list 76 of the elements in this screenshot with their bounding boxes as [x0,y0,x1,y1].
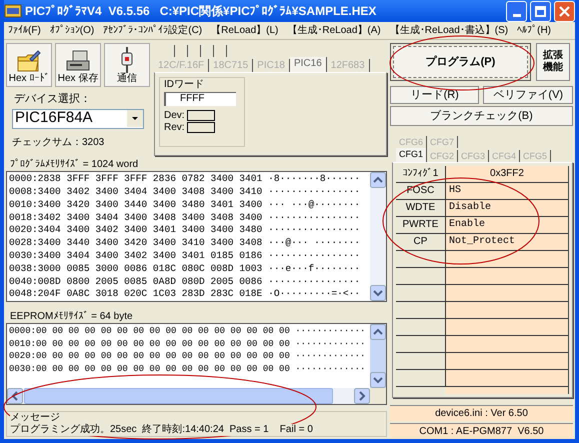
hex-row: 0000:00 00 00 00 00 00 00 00 00 00 00 00 00 00 00 00 ············· [9,325,366,338]
config-tab[interactable]: CFG1 [396,148,427,162]
scroll-right-button[interactable] [354,388,370,404]
window-title: PICﾌﾟﾛｸﾞﾗﾏV4 V6.5.56 C:¥PIC関係¥PICﾌﾟﾛｸﾞﾗﾑ¥SAMPLE.HEX [25,3,378,20]
vertical-scrollbar[interactable] [370,324,386,388]
device-combobox[interactable]: PIC16F84A [12,108,144,128]
eeprom-memory-label: EEPROMﾒﾓﾘｻｲｽﾞ = 64 byte [10,310,134,324]
table-cell: PWRTE [396,217,446,234]
toolbar-button[interactable]: Hex ﾛｰﾄﾞ [6,43,52,87]
hex-row: 0008:3400 3402 3400 3404 3400 3408 3400 3410 ················ [9,186,360,199]
program-button[interactable]: プログラム(P) [392,46,528,78]
hex-row: 0040:008D 0800 2005 0085 0A8D 080D 2005 0086 ················ [9,276,360,288]
status-panel: device6.ini : Ver 6.50 [390,405,573,421]
table-cell-text: Enable [448,218,486,232]
hex-row: 0010:00 00 00 00 00 00 00 00 00 00 00 00 00 00 00 00 ············· [9,338,366,350]
hex-row: 0018:3402 3400 3404 3400 3408 3400 3408 3400 ················ [9,212,360,224]
scroll-down-button[interactable] [370,372,386,388]
toolbar-button[interactable]: 通信 [104,43,150,87]
hex-row: 0028:3400 3440 3400 3420 3400 3410 3400 3408 ···@··· ········ [9,237,360,250]
program-memory-label: ﾌﾟﾛｸﾞﾗﾑﾒﾓﾘｻｲｽﾞ = 1024 word [10,158,140,172]
device-select-label: デバイス選択： [14,92,92,107]
read-button[interactable]: リード(R) [390,86,480,104]
minimize-button[interactable] [506,0,527,22]
table-cell: CP [396,234,446,250]
hex-row: 0010:3400 3420 3400 3440 3400 3480 3401 3400 ··· ···@········ [9,198,360,212]
verify-button[interactable]: ベリファイ(V) [483,86,573,104]
table-cell-text: Not_Protect [448,235,516,250]
table-cell: FOSC [396,183,446,200]
id-word-field[interactable]: FFFF [164,92,236,106]
scroll-down-button[interactable] [370,285,386,302]
minimize-icon [512,14,520,16]
status-panel: COM1 : AE-PGM877 V6.50 [390,423,573,439]
scrollbar-corner [370,388,386,404]
menu-item[interactable]: 【ReLoad】(L) [211,23,278,38]
rev-label: Rev: [164,122,186,133]
dev-field[interactable] [187,110,215,121]
close-icon [559,6,570,16]
scroll-up-button[interactable] [370,172,386,188]
folder-icon [16,49,42,73]
scroll-up-button[interactable] [370,324,386,340]
maximize-icon [535,6,546,16]
toolbar-button[interactable]: Hex 保存 [55,43,101,87]
message-label: メッセージ [10,412,60,424]
hex-row: 0038:3000 0085 3000 0086 018C 080C 008D 1003 ···e···f········ [9,262,360,276]
extended-functions-button[interactable]: 拡張機能 [536,43,570,81]
dev-label: Dev: [164,110,186,121]
scroll-left-button[interactable] [7,388,23,404]
blank-check-button[interactable]: ブランクチェック(B) [390,106,573,126]
hex-row: 0030:00 00 00 00 00 00 00 00 00 00 00 00 00 00 00 00 ············· [9,362,366,376]
menu-item[interactable]: ｵﾌﾟｼｮﾝ(O) [50,23,94,38]
hex-row: 0000:2838 3FFF 3FFF 3FFF 2836 0782 3400 3401 ·8·······8······ [9,173,360,186]
table-cell-text: 0x3FF2 [489,167,525,182]
checksum-label: チェックサム：3203 [12,136,106,150]
app-icon [4,3,22,19]
id-word-label: IDワード [164,79,205,91]
message-text: プログラミング成功。25sec 終了時刻:14:40:24 Pass = 1 Fail = 0 [10,424,313,436]
menu-item[interactable]: 【生成･ReLoad】(A) [287,23,381,38]
maximize-button[interactable] [530,0,551,22]
menu-item[interactable]: ﾌｧｲﾙ(F) [8,23,41,38]
close-button[interactable] [554,0,575,22]
vertical-scrollbar[interactable] [370,172,386,302]
table-cell: WDTE [396,200,446,216]
menu-item[interactable]: ｱｾﾝﾌﾞﾗ･ｺﾝﾊﾟｲﾗ設定(C) [103,23,202,38]
plug-icon [120,47,134,73]
menu-item[interactable]: 【生成･ReLoad･書込】(S) [390,23,508,38]
table-cell-text: HS [448,184,462,198]
device-value: PIC16F84A [14,108,94,128]
hex-row: 0020:3404 3400 3402 3400 3401 3400 3400 3480 ················ [9,224,360,238]
menu-item[interactable]: ﾍﾙﾌﾟ(H) [517,23,551,38]
table-cell-text: Disable [448,200,492,216]
hex-row: 0020:00 00 00 00 00 00 00 00 00 00 00 00 00 00 00 00 ············· [9,350,366,363]
hex-row: 0030:3400 3404 3400 3402 3400 3401 0185 0186 ················ [9,250,360,263]
hex-row: 0048:204F 0A8C 3018 020C 1C03 283D 283C 018E ·O·········=·<·· [9,288,360,302]
device-tab[interactable]: PIC16 [290,57,327,72]
rev-field[interactable] [187,122,215,133]
drive-icon [65,49,91,73]
